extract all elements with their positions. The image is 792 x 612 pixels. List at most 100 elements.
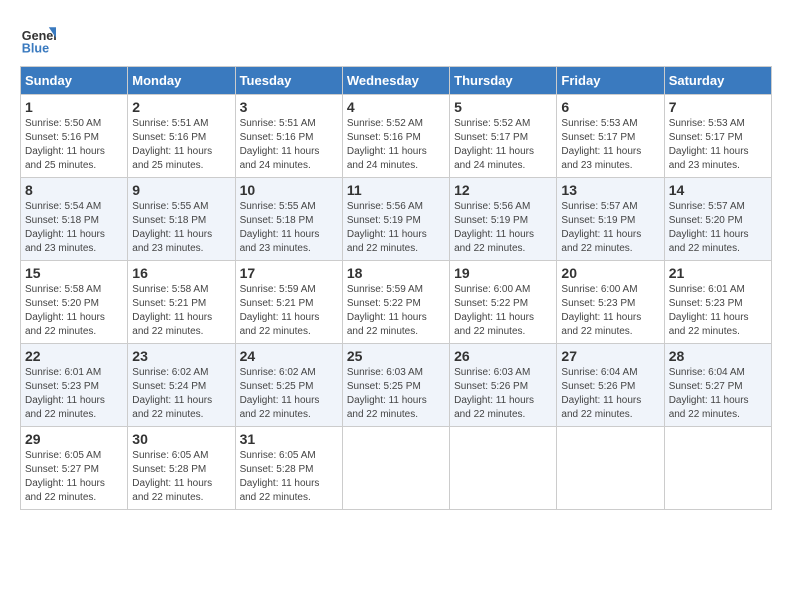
day-number: 22: [25, 348, 123, 364]
day-info: Sunrise: 5:56 AM Sunset: 5:19 PM Dayligh…: [347, 200, 445, 256]
day-info: Sunrise: 6:00 AM Sunset: 5:22 PM Dayligh…: [454, 283, 552, 339]
calendar-cell: 22 Sunrise: 6:01 AM Sunset: 5:23 PM Dayl…: [21, 344, 128, 427]
calendar-cell: 19 Sunrise: 6:00 AM Sunset: 5:22 PM Dayl…: [450, 261, 557, 344]
day-number: 21: [669, 265, 767, 281]
day-info: Sunrise: 5:59 AM Sunset: 5:21 PM Dayligh…: [240, 283, 338, 339]
day-number: 10: [240, 182, 338, 198]
day-info: Sunrise: 5:57 AM Sunset: 5:19 PM Dayligh…: [561, 200, 659, 256]
calendar-cell: 20 Sunrise: 6:00 AM Sunset: 5:23 PM Dayl…: [557, 261, 664, 344]
day-info: Sunrise: 5:54 AM Sunset: 5:18 PM Dayligh…: [25, 200, 123, 256]
page-header: General Blue: [20, 20, 772, 56]
calendar-cell: 21 Sunrise: 6:01 AM Sunset: 5:23 PM Dayl…: [664, 261, 771, 344]
day-number: 9: [132, 182, 230, 198]
day-number: 16: [132, 265, 230, 281]
calendar-cell: [664, 427, 771, 510]
day-info: Sunrise: 6:00 AM Sunset: 5:23 PM Dayligh…: [561, 283, 659, 339]
calendar-cell: 7 Sunrise: 5:53 AM Sunset: 5:17 PM Dayli…: [664, 95, 771, 178]
day-info: Sunrise: 6:05 AM Sunset: 5:27 PM Dayligh…: [25, 449, 123, 505]
calendar-cell: 10 Sunrise: 5:55 AM Sunset: 5:18 PM Dayl…: [235, 178, 342, 261]
calendar-cell: 3 Sunrise: 5:51 AM Sunset: 5:16 PM Dayli…: [235, 95, 342, 178]
day-number: 26: [454, 348, 552, 364]
calendar-cell: 1 Sunrise: 5:50 AM Sunset: 5:16 PM Dayli…: [21, 95, 128, 178]
day-info: Sunrise: 5:57 AM Sunset: 5:20 PM Dayligh…: [669, 200, 767, 256]
day-number: 25: [347, 348, 445, 364]
day-info: Sunrise: 6:01 AM Sunset: 5:23 PM Dayligh…: [669, 283, 767, 339]
day-info: Sunrise: 5:55 AM Sunset: 5:18 PM Dayligh…: [132, 200, 230, 256]
day-number: 7: [669, 99, 767, 115]
calendar-cell: 17 Sunrise: 5:59 AM Sunset: 5:21 PM Dayl…: [235, 261, 342, 344]
svg-text:Blue: Blue: [22, 41, 49, 55]
calendar-week-row: 29 Sunrise: 6:05 AM Sunset: 5:27 PM Dayl…: [21, 427, 772, 510]
day-number: 3: [240, 99, 338, 115]
day-info: Sunrise: 6:05 AM Sunset: 5:28 PM Dayligh…: [240, 449, 338, 505]
calendar-cell: 25 Sunrise: 6:03 AM Sunset: 5:25 PM Dayl…: [342, 344, 449, 427]
day-info: Sunrise: 5:56 AM Sunset: 5:19 PM Dayligh…: [454, 200, 552, 256]
weekday-header: Tuesday: [235, 67, 342, 95]
day-info: Sunrise: 5:58 AM Sunset: 5:21 PM Dayligh…: [132, 283, 230, 339]
day-info: Sunrise: 5:59 AM Sunset: 5:22 PM Dayligh…: [347, 283, 445, 339]
calendar-cell: 11 Sunrise: 5:56 AM Sunset: 5:19 PM Dayl…: [342, 178, 449, 261]
day-info: Sunrise: 5:53 AM Sunset: 5:17 PM Dayligh…: [669, 117, 767, 173]
calendar-cell: 4 Sunrise: 5:52 AM Sunset: 5:16 PM Dayli…: [342, 95, 449, 178]
calendar-cell: 16 Sunrise: 5:58 AM Sunset: 5:21 PM Dayl…: [128, 261, 235, 344]
day-info: Sunrise: 5:53 AM Sunset: 5:17 PM Dayligh…: [561, 117, 659, 173]
calendar-cell: 31 Sunrise: 6:05 AM Sunset: 5:28 PM Dayl…: [235, 427, 342, 510]
weekday-header: Thursday: [450, 67, 557, 95]
day-number: 29: [25, 431, 123, 447]
weekday-header: Sunday: [21, 67, 128, 95]
day-number: 1: [25, 99, 123, 115]
calendar-cell: 15 Sunrise: 5:58 AM Sunset: 5:20 PM Dayl…: [21, 261, 128, 344]
day-number: 31: [240, 431, 338, 447]
calendar-cell: 24 Sunrise: 6:02 AM Sunset: 5:25 PM Dayl…: [235, 344, 342, 427]
day-number: 13: [561, 182, 659, 198]
day-number: 23: [132, 348, 230, 364]
calendar-week-row: 1 Sunrise: 5:50 AM Sunset: 5:16 PM Dayli…: [21, 95, 772, 178]
weekday-header: Wednesday: [342, 67, 449, 95]
calendar-cell: [557, 427, 664, 510]
day-number: 24: [240, 348, 338, 364]
day-number: 17: [240, 265, 338, 281]
calendar-cell: 23 Sunrise: 6:02 AM Sunset: 5:24 PM Dayl…: [128, 344, 235, 427]
day-number: 28: [669, 348, 767, 364]
day-info: Sunrise: 6:03 AM Sunset: 5:26 PM Dayligh…: [454, 366, 552, 422]
day-number: 11: [347, 182, 445, 198]
calendar-week-row: 22 Sunrise: 6:01 AM Sunset: 5:23 PM Dayl…: [21, 344, 772, 427]
calendar-cell: 18 Sunrise: 5:59 AM Sunset: 5:22 PM Dayl…: [342, 261, 449, 344]
day-info: Sunrise: 5:55 AM Sunset: 5:18 PM Dayligh…: [240, 200, 338, 256]
day-number: 15: [25, 265, 123, 281]
day-number: 20: [561, 265, 659, 281]
calendar-cell: [450, 427, 557, 510]
calendar-cell: 6 Sunrise: 5:53 AM Sunset: 5:17 PM Dayli…: [557, 95, 664, 178]
calendar-cell: 14 Sunrise: 5:57 AM Sunset: 5:20 PM Dayl…: [664, 178, 771, 261]
weekday-header: Friday: [557, 67, 664, 95]
weekday-header-row: SundayMondayTuesdayWednesdayThursdayFrid…: [21, 67, 772, 95]
day-info: Sunrise: 5:51 AM Sunset: 5:16 PM Dayligh…: [240, 117, 338, 173]
day-info: Sunrise: 6:02 AM Sunset: 5:25 PM Dayligh…: [240, 366, 338, 422]
day-number: 6: [561, 99, 659, 115]
calendar-table: SundayMondayTuesdayWednesdayThursdayFrid…: [20, 66, 772, 510]
calendar-cell: 27 Sunrise: 6:04 AM Sunset: 5:26 PM Dayl…: [557, 344, 664, 427]
weekday-header: Monday: [128, 67, 235, 95]
day-info: Sunrise: 5:50 AM Sunset: 5:16 PM Dayligh…: [25, 117, 123, 173]
day-number: 18: [347, 265, 445, 281]
day-info: Sunrise: 6:03 AM Sunset: 5:25 PM Dayligh…: [347, 366, 445, 422]
day-number: 19: [454, 265, 552, 281]
day-number: 8: [25, 182, 123, 198]
day-info: Sunrise: 6:04 AM Sunset: 5:26 PM Dayligh…: [561, 366, 659, 422]
calendar-cell: 30 Sunrise: 6:05 AM Sunset: 5:28 PM Dayl…: [128, 427, 235, 510]
calendar-cell: 26 Sunrise: 6:03 AM Sunset: 5:26 PM Dayl…: [450, 344, 557, 427]
day-info: Sunrise: 5:58 AM Sunset: 5:20 PM Dayligh…: [25, 283, 123, 339]
calendar-cell: 28 Sunrise: 6:04 AM Sunset: 5:27 PM Dayl…: [664, 344, 771, 427]
weekday-header: Saturday: [664, 67, 771, 95]
day-info: Sunrise: 5:51 AM Sunset: 5:16 PM Dayligh…: [132, 117, 230, 173]
calendar-cell: 9 Sunrise: 5:55 AM Sunset: 5:18 PM Dayli…: [128, 178, 235, 261]
day-info: Sunrise: 6:04 AM Sunset: 5:27 PM Dayligh…: [669, 366, 767, 422]
day-number: 2: [132, 99, 230, 115]
calendar-week-row: 8 Sunrise: 5:54 AM Sunset: 5:18 PM Dayli…: [21, 178, 772, 261]
day-info: Sunrise: 5:52 AM Sunset: 5:17 PM Dayligh…: [454, 117, 552, 173]
day-number: 27: [561, 348, 659, 364]
day-number: 30: [132, 431, 230, 447]
day-info: Sunrise: 6:05 AM Sunset: 5:28 PM Dayligh…: [132, 449, 230, 505]
calendar-week-row: 15 Sunrise: 5:58 AM Sunset: 5:20 PM Dayl…: [21, 261, 772, 344]
calendar-cell: 29 Sunrise: 6:05 AM Sunset: 5:27 PM Dayl…: [21, 427, 128, 510]
